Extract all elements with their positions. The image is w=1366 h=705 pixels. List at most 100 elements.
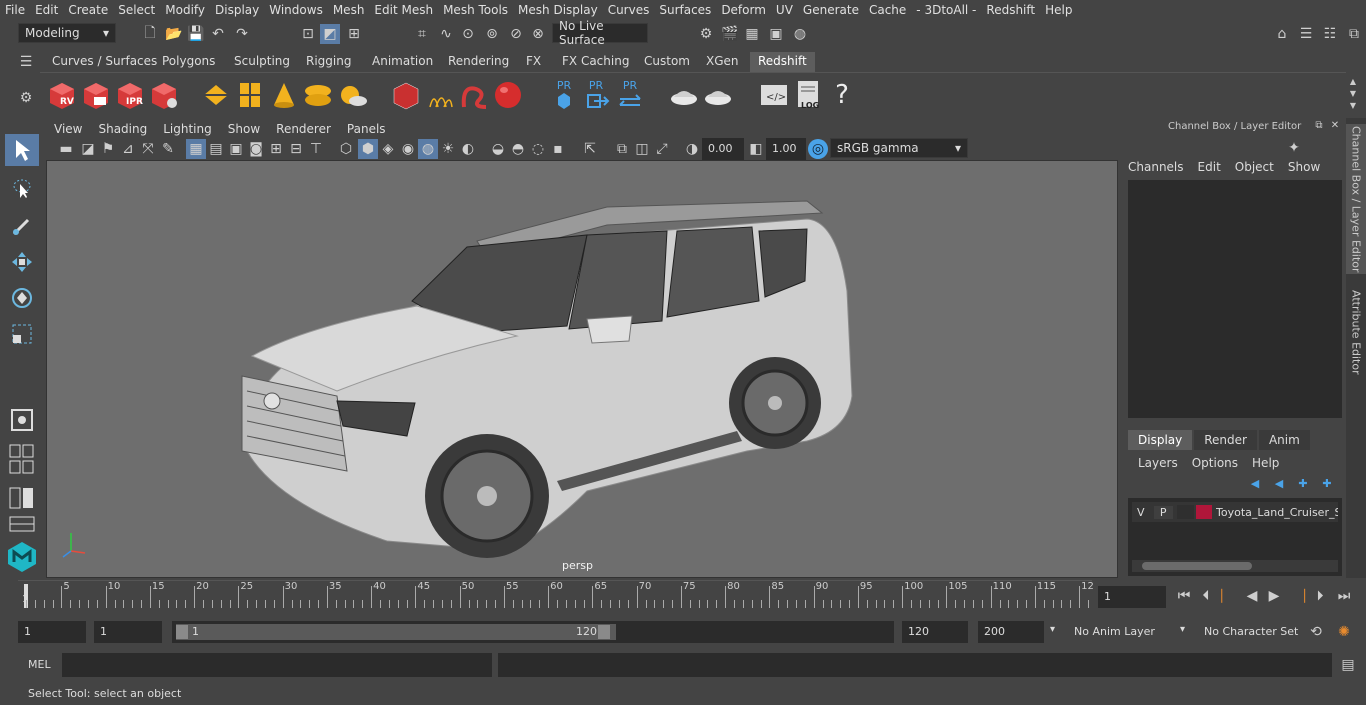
xray-icon[interactable]: ◒ [488, 139, 508, 159]
snap-point-icon[interactable]: ⊙ [458, 24, 478, 44]
script-editor-icon[interactable]: </> [758, 79, 790, 111]
shelf-tab-polygons[interactable]: Polygons [154, 52, 223, 72]
time-slider[interactable]: 1 51015202530354045505560657075808590951… [18, 580, 1094, 612]
help-question-icon[interactable]: ? [826, 79, 858, 111]
menu-modify[interactable]: Modify [160, 3, 210, 17]
menu-cache[interactable]: Cache [864, 3, 911, 17]
new-layer-icon[interactable]: ✚ [1294, 474, 1312, 492]
layer-row[interactable]: V P Toyota_Land_Cruiser_S [1132, 502, 1338, 522]
step-back-key-icon[interactable]: ⏴ [1196, 586, 1216, 606]
snap-view-icon[interactable]: ⊚ [482, 24, 502, 44]
outliner-layout-icon[interactable] [5, 482, 39, 514]
redshift-render-view-icon[interactable]: RV [46, 79, 78, 111]
save-scene-icon[interactable]: 💾 [186, 24, 206, 44]
snap-curve-icon[interactable]: ∿ [436, 24, 456, 44]
chevron-down-icon[interactable]: ▾ [1180, 624, 1185, 635]
frame-all-icon[interactable]: ⧉ [612, 139, 632, 159]
channel-menu-show[interactable]: Show [1288, 160, 1320, 174]
play-backward-icon[interactable]: ◀ [1242, 586, 1262, 606]
menu-select[interactable]: Select [113, 3, 160, 17]
menu-curves[interactable]: Curves [603, 3, 655, 17]
redshift-sphere-icon[interactable] [492, 79, 524, 111]
redshift-light-cone-icon[interactable] [268, 79, 300, 111]
lasso-tool-icon[interactable] [5, 172, 39, 204]
chevron-down-icon[interactable]: ▾ [1050, 624, 1055, 635]
panel-menu-show[interactable]: Show [220, 122, 268, 136]
use-all-lights-icon[interactable]: ◍ [418, 139, 438, 159]
gate-mask-icon[interactable]: ◙ [246, 139, 266, 159]
menu-mesh-tools[interactable]: Mesh Tools [438, 3, 513, 17]
safe-action-icon[interactable]: ⊟ [286, 139, 306, 159]
paint-select-tool-icon[interactable] [5, 210, 39, 242]
shelf-tab-custom[interactable]: Custom [636, 52, 698, 72]
resolution-gate-icon[interactable]: ▣ [226, 139, 246, 159]
channel-box-snap-icon[interactable]: ✦ [1284, 138, 1304, 158]
redshift-volume-icon[interactable] [234, 79, 266, 111]
shelf-settings-gear-icon[interactable]: ⚙ [16, 88, 36, 108]
new-scene-icon[interactable]: 🗋 [140, 24, 160, 44]
move-tool-icon[interactable] [5, 246, 39, 278]
layer-menu-options[interactable]: Options [1192, 456, 1238, 470]
xray-joints-icon[interactable]: ◓ [508, 139, 528, 159]
undo-icon[interactable]: ↶ [208, 24, 228, 44]
menu-create[interactable]: Create [63, 3, 113, 17]
mel-label[interactable]: MEL [28, 658, 51, 671]
pr-swap-icon[interactable]: PR [614, 79, 646, 111]
shelf-tab-fx-caching[interactable]: FX Caching [554, 52, 637, 72]
frame-selected-icon[interactable]: ◫ [632, 139, 652, 159]
range-slider[interactable]: 1 120 [172, 621, 894, 643]
layer-tab-anim[interactable]: Anim [1258, 430, 1310, 450]
step-back-frame-icon[interactable]: ⎸ [1218, 586, 1238, 606]
panel-menu-lighting[interactable]: Lighting [155, 122, 220, 136]
layer-playback-toggle[interactable]: P [1153, 505, 1173, 519]
screen-space-ao-icon[interactable]: ◐ [458, 139, 478, 159]
range-end-handle[interactable] [598, 625, 610, 639]
tab-channel-box[interactable]: Channel Box / Layer Editor [1346, 124, 1366, 274]
menu-edit-mesh[interactable]: Edit Mesh [369, 3, 438, 17]
panel-menu-panels[interactable]: Panels [339, 122, 394, 136]
persp-viewport[interactable]: persp [46, 160, 1118, 578]
exposure-field[interactable]: 0.00 [702, 138, 744, 160]
layer-tab-display[interactable]: Display [1128, 430, 1193, 450]
attribute-editor-toggle-icon[interactable]: ☰ [1296, 24, 1316, 44]
shelf-tab-fx[interactable]: FX [518, 52, 549, 72]
go-to-end-icon[interactable]: ⏭ [1334, 586, 1354, 606]
shelf-menu-icon[interactable]: ☰ [16, 52, 36, 72]
layer-menu-help[interactable]: Help [1252, 456, 1279, 470]
graph-layout-icon[interactable] [5, 514, 39, 534]
select-tool-icon[interactable] [5, 134, 39, 166]
bake-pie-2-icon[interactable] [702, 79, 734, 111]
panel-menu-renderer[interactable]: Renderer [268, 122, 339, 136]
textured-icon[interactable]: ◉ [398, 139, 418, 159]
redshift-settings-icon[interactable] [148, 79, 180, 111]
bookmark-icon[interactable]: ⚑ [98, 139, 118, 159]
close-panel-icon[interactable]: ✕ [1328, 118, 1342, 132]
menu-help[interactable]: Help [1040, 3, 1077, 17]
channel-menu-object[interactable]: Object [1235, 160, 1274, 174]
go-to-start-icon[interactable]: ⏮ [1174, 586, 1194, 606]
maya-logo-icon[interactable] [5, 540, 39, 572]
render-frame-icon[interactable]: 🎬 [720, 24, 740, 44]
panel-menu-view[interactable]: View [46, 122, 90, 136]
ipr-render-icon[interactable]: ▦ [742, 24, 762, 44]
color-management-icon[interactable]: ◎ [808, 139, 828, 159]
float-panel-icon[interactable]: ⧉ [1312, 118, 1326, 132]
workspace-icon[interactable]: ⌂ [1272, 24, 1292, 44]
field-chart-icon[interactable]: ⊞ [266, 139, 286, 159]
select-component-icon[interactable]: ⊞ [344, 24, 364, 44]
command-input[interactable] [62, 653, 492, 677]
wireframe-on-shaded-icon[interactable]: ◈ [378, 139, 398, 159]
current-frame-field[interactable]: 1 [1098, 586, 1166, 608]
grid-toggle-icon[interactable]: ▦ [186, 139, 206, 159]
menu-mesh[interactable]: Mesh [328, 3, 370, 17]
channel-menu-edit[interactable]: Edit [1198, 160, 1221, 174]
menu-mesh-display[interactable]: Mesh Display [513, 3, 603, 17]
tab-attribute-editor[interactable]: Attribute Editor [1346, 284, 1366, 380]
menu-windows[interactable]: Windows [264, 3, 328, 17]
camera-select-icon[interactable]: ▬ [56, 139, 76, 159]
pr-cube-icon[interactable]: PR [548, 79, 580, 111]
camera-attributes-icon[interactable]: ◪ [78, 139, 98, 159]
redshift-sun-sky-icon[interactable] [336, 79, 368, 111]
render-settings-icon[interactable]: ⚙ [696, 24, 716, 44]
redshift-ipr-icon[interactable]: IPR [114, 79, 146, 111]
